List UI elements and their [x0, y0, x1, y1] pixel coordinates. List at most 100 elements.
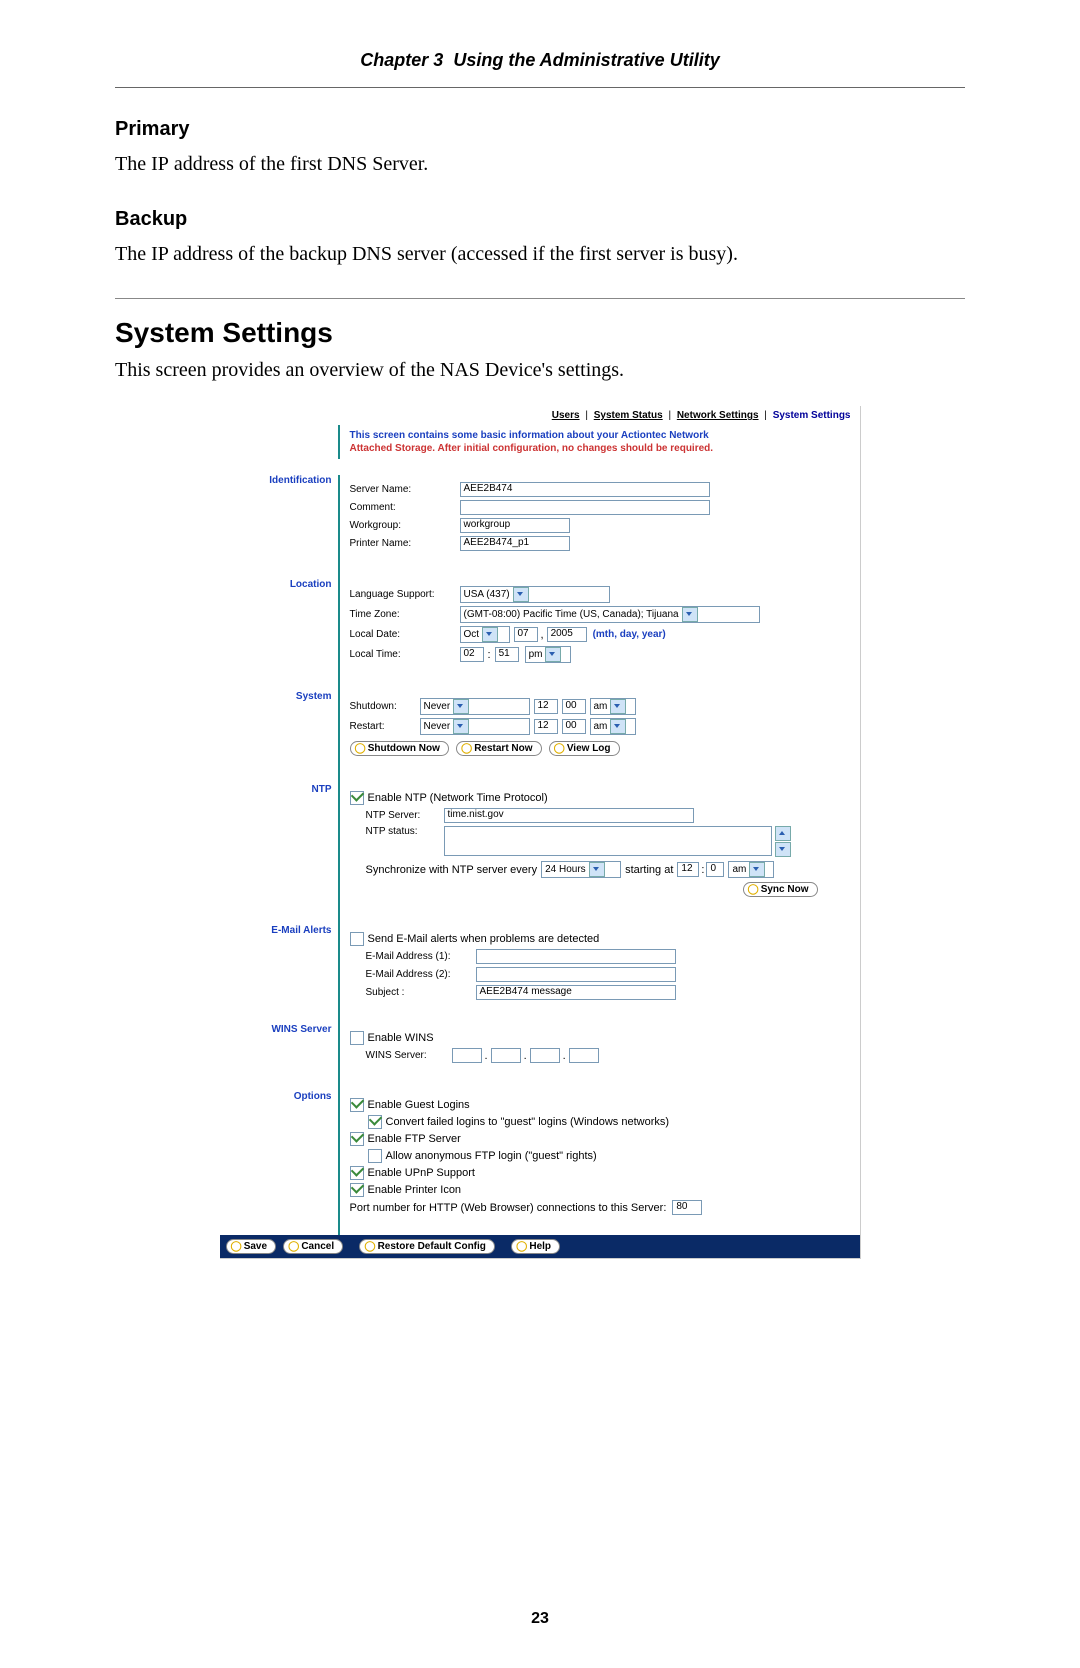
- language-select[interactable]: USA (437): [460, 586, 610, 603]
- email1-input[interactable]: [476, 949, 676, 964]
- footer-bar: ◯Save ◯Cancel ◯Restore Default Config ◯H…: [220, 1235, 860, 1258]
- ntp-server-input[interactable]: time.nist.gov: [444, 808, 694, 823]
- shutdown-label: Shutdown:: [350, 701, 420, 712]
- restart-min-input[interactable]: 00: [562, 719, 586, 734]
- enable-wins-label: Enable WINS: [368, 1032, 434, 1044]
- shutdown-hour-input[interactable]: 12: [534, 699, 558, 714]
- sync-min-input[interactable]: 0: [706, 862, 724, 877]
- row-intro: This screen contains some basic informat…: [220, 425, 860, 475]
- email2-input[interactable]: [476, 967, 676, 982]
- tab-sep: |: [764, 410, 767, 421]
- ftp-checkbox[interactable]: [350, 1132, 364, 1146]
- hour-input[interactable]: 02: [460, 647, 484, 662]
- chevron-down-icon: [453, 699, 469, 714]
- tab-system-settings[interactable]: System Settings: [773, 410, 851, 421]
- restore-default-button[interactable]: ◯Restore Default Config: [359, 1239, 495, 1254]
- help-button[interactable]: ◯Help: [511, 1239, 560, 1254]
- restart-hour-input[interactable]: 12: [534, 719, 558, 734]
- server-name-input[interactable]: AEE2B474: [460, 482, 710, 497]
- system-settings-text: This screen provides an overview of the …: [115, 357, 965, 384]
- upnp-checkbox[interactable]: [350, 1166, 364, 1180]
- enable-wins-checkbox[interactable]: [350, 1031, 364, 1045]
- chevron-down-icon: [682, 607, 698, 622]
- chevron-down-icon: [513, 587, 529, 602]
- sync-starting-text: starting at: [625, 864, 673, 876]
- shutdown-select[interactable]: Never: [420, 698, 530, 715]
- sync-now-button[interactable]: ◯Sync Now: [743, 882, 818, 897]
- workgroup-label: Workgroup:: [350, 520, 460, 531]
- screenshot-wrap: Users | System Status | Network Settings…: [115, 406, 965, 1259]
- timezone-select[interactable]: (GMT-08:00) Pacific Time (US, Canada); T…: [460, 606, 760, 623]
- section-email: E-Mail Alerts Send E-Mail alerts when pr…: [220, 925, 860, 1024]
- tab-sep: |: [668, 410, 671, 421]
- tab-network-settings[interactable]: Network Settings: [677, 410, 759, 421]
- timezone-label: Time Zone:: [350, 609, 460, 620]
- header-rule: [115, 87, 965, 88]
- wins-oct1-input[interactable]: [452, 1048, 482, 1063]
- primary-text: The IP address of the first DNS Server.: [115, 151, 965, 178]
- intro-text: This screen contains some basic informat…: [350, 429, 852, 455]
- cancel-button[interactable]: ◯Cancel: [283, 1239, 343, 1254]
- wins-oct2-input[interactable]: [491, 1048, 521, 1063]
- email1-label: E-Mail Address (1):: [366, 951, 476, 962]
- section-ntp: NTP Enable NTP (Network Time Protocol) N…: [220, 784, 860, 925]
- minute-input[interactable]: 51: [495, 647, 519, 662]
- view-log-button[interactable]: ◯View Log: [549, 741, 620, 756]
- page: Chapter 3 Using the Administrative Utili…: [0, 0, 1080, 1668]
- wins-oct4-input[interactable]: [569, 1048, 599, 1063]
- comment-input[interactable]: [460, 500, 710, 515]
- enable-ntp-label: Enable NTP (Network Time Protocol): [368, 792, 548, 804]
- upnp-label: Enable UPnP Support: [368, 1167, 475, 1179]
- enable-ntp-checkbox[interactable]: [350, 791, 364, 805]
- guest-logins-checkbox[interactable]: [350, 1098, 364, 1112]
- chevron-down-icon: [453, 719, 469, 734]
- sync-ampm-select[interactable]: am: [728, 861, 774, 878]
- email-alerts-checkbox[interactable]: [350, 932, 364, 946]
- chevron-down-icon: [589, 862, 605, 877]
- convert-failed-label: Convert failed logins to "guest" logins …: [386, 1116, 670, 1128]
- month-select[interactable]: Oct: [460, 626, 510, 643]
- backup-heading: Backup: [115, 208, 965, 231]
- label-options: Options: [220, 1091, 332, 1102]
- date-hint: (mth, day, year): [593, 629, 666, 640]
- subject-input[interactable]: AEE2B474 message: [476, 985, 676, 1000]
- chapter-number: Chapter 3: [360, 50, 443, 70]
- sync-text-pre: Synchronize with NTP server every: [366, 864, 538, 876]
- section-options: Options Enable Guest Logins Convert fail…: [220, 1091, 860, 1235]
- printer-name-input[interactable]: AEE2B474_p1: [460, 536, 570, 551]
- restart-select[interactable]: Never: [420, 718, 530, 735]
- shutdown-ampm-select[interactable]: am: [590, 698, 636, 715]
- scroll-up-icon[interactable]: [775, 826, 791, 841]
- scroll-down-icon[interactable]: [775, 842, 791, 857]
- section-system: System Shutdown: Never 12 00 am Restart:…: [220, 691, 860, 784]
- tab-row: Users | System Status | Network Settings…: [220, 406, 860, 425]
- restart-now-button[interactable]: ◯Restart Now: [456, 741, 542, 756]
- tab-users[interactable]: Users: [552, 410, 580, 421]
- printer-icon-label: Enable Printer Icon: [368, 1184, 462, 1196]
- ftp-label: Enable FTP Server: [368, 1133, 461, 1145]
- chevron-down-icon: [545, 647, 561, 662]
- anon-ftp-checkbox[interactable]: [368, 1149, 382, 1163]
- shutdown-now-button[interactable]: ◯Shutdown Now: [350, 741, 449, 756]
- convert-failed-checkbox[interactable]: [368, 1115, 382, 1129]
- section-location: Location Language Support:USA (437) Time…: [220, 579, 860, 691]
- local-time-label: Local Time:: [350, 649, 460, 660]
- scroll-arrows: [775, 826, 789, 858]
- backup-text: The IP address of the backup DNS server …: [115, 241, 965, 268]
- subject-label: Subject :: [366, 987, 476, 998]
- save-button[interactable]: ◯Save: [226, 1239, 277, 1254]
- restart-ampm-select[interactable]: am: [590, 718, 636, 735]
- wins-oct3-input[interactable]: [530, 1048, 560, 1063]
- sync-hour-input[interactable]: 12: [677, 862, 699, 877]
- anon-ftp-label: Allow anonymous FTP login ("guest" right…: [386, 1150, 597, 1162]
- workgroup-input[interactable]: workgroup: [460, 518, 570, 533]
- http-port-input[interactable]: 80: [672, 1200, 702, 1215]
- ampm-select[interactable]: pm: [525, 646, 571, 663]
- day-input[interactable]: 07: [514, 627, 538, 642]
- sync-interval-select[interactable]: 24 Hours: [541, 861, 621, 878]
- label-location: Location: [220, 579, 332, 590]
- printer-icon-checkbox[interactable]: [350, 1183, 364, 1197]
- year-input[interactable]: 2005: [547, 627, 587, 642]
- tab-system-status[interactable]: System Status: [594, 410, 663, 421]
- shutdown-min-input[interactable]: 00: [562, 699, 586, 714]
